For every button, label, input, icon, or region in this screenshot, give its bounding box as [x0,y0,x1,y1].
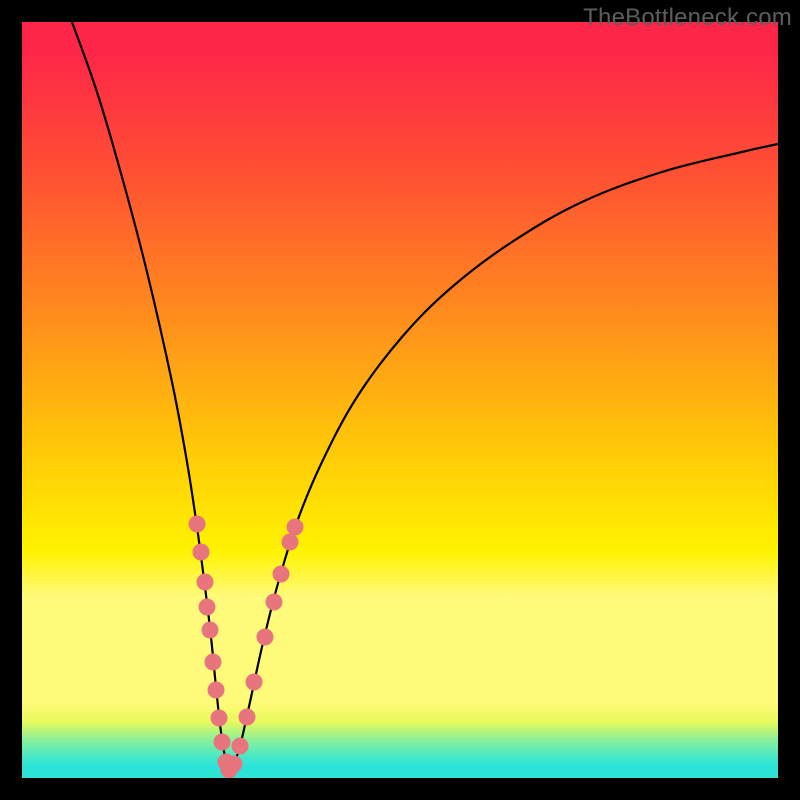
data-dot [273,566,290,583]
data-dot [202,622,219,639]
bottleneck-curve [72,22,778,770]
data-dot [266,594,283,611]
data-dot [239,709,256,726]
watermark-text: TheBottleneck.com [583,4,792,32]
data-dot [226,756,243,773]
data-dot [287,519,304,536]
data-dot [211,710,228,727]
data-dot [205,654,222,671]
chart-frame [22,22,778,778]
data-dot [197,574,214,591]
data-dot [232,738,249,755]
data-dot [282,534,299,551]
data-dot [208,682,225,699]
data-dot [246,674,263,691]
data-dot [199,599,216,616]
data-dot [189,516,206,533]
data-dot [214,734,231,751]
data-dot [257,629,274,646]
data-dot [193,544,210,561]
chart-svg [22,22,778,778]
